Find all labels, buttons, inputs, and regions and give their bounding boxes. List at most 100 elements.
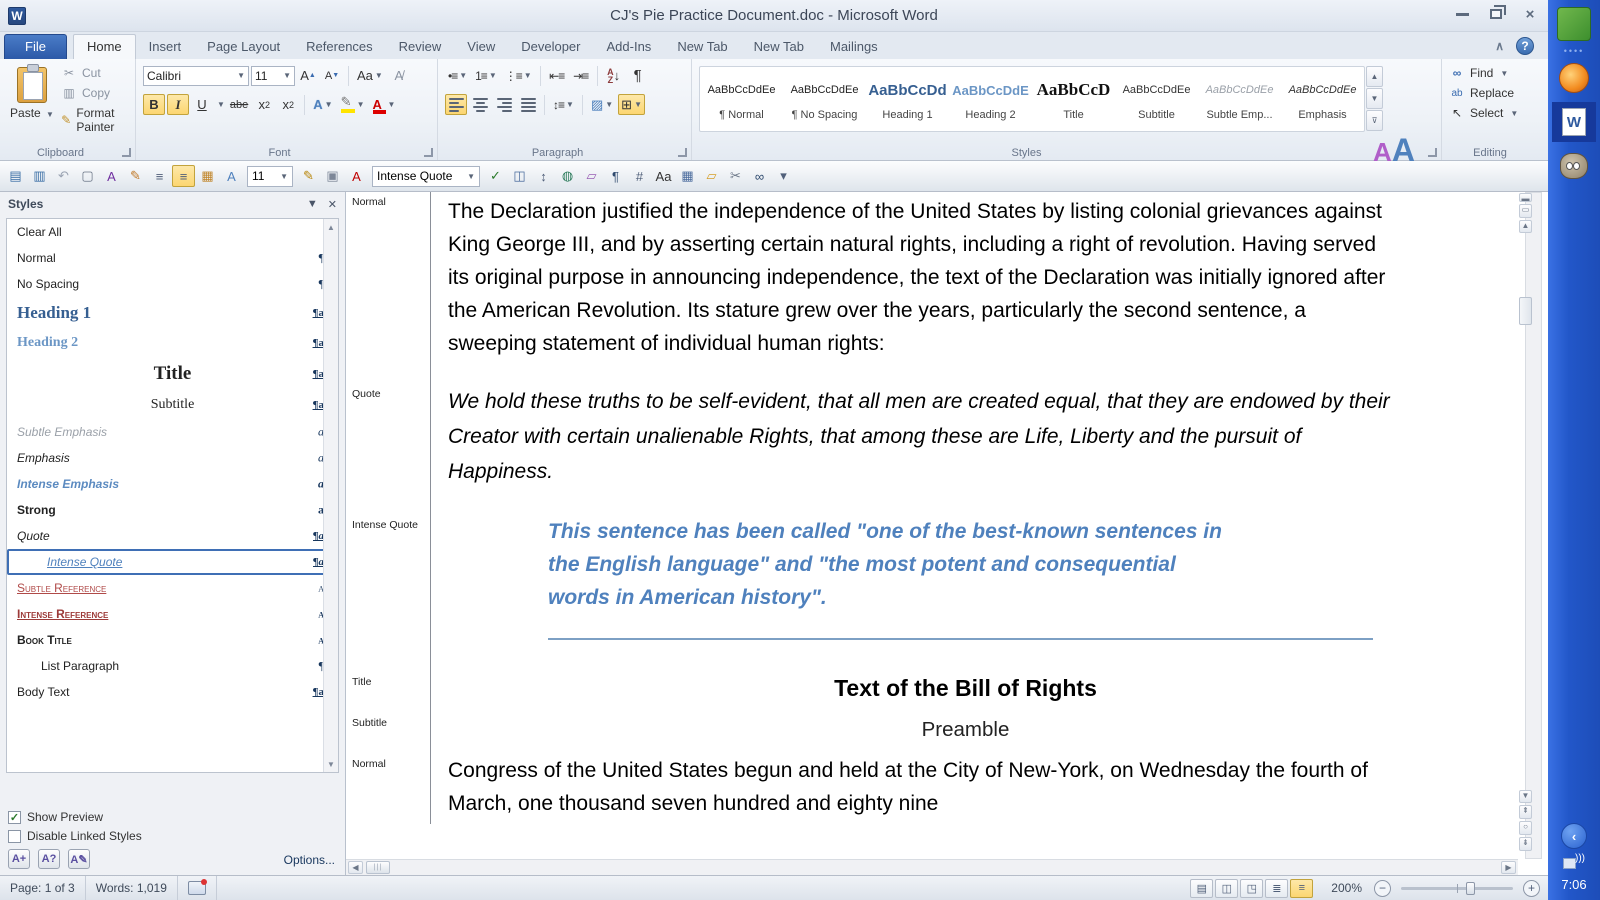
- font-dialog-icon[interactable]: A: [100, 165, 123, 187]
- shrink-font-button[interactable]: A▼: [321, 65, 343, 86]
- style-inspector-button[interactable]: A?: [38, 849, 60, 869]
- format-painter-icon[interactable]: ✎: [297, 165, 320, 187]
- multilevel-list-button[interactable]: ⋮≡▼: [502, 65, 535, 86]
- font-size-combo[interactable]: 11▼: [251, 66, 295, 86]
- org-chart-icon[interactable]: ▦: [196, 165, 219, 187]
- scroll-right-arrow-icon[interactable]: ▶: [1501, 861, 1516, 874]
- scroll-up-arrow-icon[interactable]: ▲: [1519, 220, 1532, 233]
- page-indicator[interactable]: Page: 1 of 3: [0, 876, 86, 900]
- tab-file[interactable]: File: [4, 34, 67, 59]
- clear-formatting-button[interactable]: A̸: [388, 65, 410, 86]
- tab-review[interactable]: Review: [386, 35, 455, 59]
- toolbar-style-combo[interactable]: Intense Quote▼: [372, 166, 480, 187]
- style-item-subtitle[interactable]: Subtitle ¶a: [7, 391, 338, 419]
- bullets-button[interactable]: •≡▼: [445, 65, 470, 86]
- select-browse-object-icon[interactable]: ○: [1519, 821, 1532, 835]
- increase-indent-button[interactable]: ⇥≡: [570, 65, 592, 86]
- borders-button[interactable]: ⊞▼: [618, 94, 645, 115]
- align-left-button[interactable]: [445, 94, 467, 115]
- style-item-no-spacing[interactable]: No Spacing ¶: [7, 271, 338, 297]
- superscript-button[interactable]: x2: [277, 94, 299, 115]
- styles-list-scrollbar[interactable]: ▲ ▼: [323, 219, 338, 772]
- underline-button[interactable]: U: [191, 94, 213, 115]
- word-taskbar-icon[interactable]: W: [1552, 102, 1596, 142]
- hscroll-thumb[interactable]: |||: [366, 861, 390, 874]
- help-icon[interactable]: ?: [1516, 37, 1534, 55]
- styles-dialog-launcher[interactable]: [1428, 148, 1437, 157]
- next-page-icon[interactable]: ⇟: [1519, 837, 1532, 851]
- sort-button[interactable]: AZ↓: [603, 65, 625, 86]
- numbering-button[interactable]: 1≡▼: [472, 65, 500, 86]
- paragraph-dialog-launcher[interactable]: [678, 148, 687, 157]
- style-gallery-normal[interactable]: AaBbCcDdEe ¶ Normal: [700, 67, 783, 131]
- tab-insert[interactable]: Insert: [136, 35, 195, 59]
- subscript-button[interactable]: x2: [253, 94, 275, 115]
- style-gallery-no-spacing[interactable]: AaBbCcDdEe ¶ No Spacing: [783, 67, 866, 131]
- word-count[interactable]: Words: 1,019: [86, 876, 178, 900]
- align-right-button[interactable]: [493, 94, 515, 115]
- style-item-title[interactable]: Title ¶a: [7, 357, 338, 391]
- style-item-clear-all[interactable]: Clear All: [7, 219, 338, 245]
- format-painter-button[interactable]: ✎ Format Painter: [59, 103, 130, 137]
- scrollbar-thumb[interactable]: [1519, 297, 1532, 325]
- zoom-slider[interactable]: [1401, 887, 1513, 890]
- align-center-button[interactable]: [469, 94, 491, 115]
- manage-styles-button[interactable]: A✎: [68, 849, 90, 869]
- gimp-taskbar-icon[interactable]: [1557, 149, 1591, 183]
- read-mode-icon[interactable]: ◫: [508, 165, 531, 187]
- style-item-subtle-emphasis[interactable]: Subtle Emphasis a: [7, 419, 338, 445]
- pilcrow-icon[interactable]: ¶: [604, 165, 627, 187]
- style-item-body-text[interactable]: Body Text ¶a: [7, 679, 338, 705]
- font-dialog-launcher[interactable]: [424, 148, 433, 157]
- zoom-in-button[interactable]: +: [1523, 880, 1540, 897]
- style-gallery-emphasis[interactable]: AaBbCcDdEe Emphasis: [1281, 67, 1364, 131]
- tab-page-layout[interactable]: Page Layout: [194, 35, 293, 59]
- draft-view-button[interactable]: ≡: [1290, 879, 1313, 898]
- justify-icon[interactable]: ≡: [172, 165, 195, 187]
- style-item-subtle-reference[interactable]: Subtle Reference a: [7, 575, 338, 601]
- outline-view-button[interactable]: ≣: [1265, 879, 1288, 898]
- web-layout-view-button[interactable]: ◳: [1240, 879, 1263, 898]
- style-gallery-subtitle[interactable]: AaBbCcDdEe Subtitle: [1115, 67, 1198, 131]
- split-handle[interactable]: ▬: [1519, 193, 1532, 202]
- replace-button[interactable]: ab Replace: [1447, 83, 1533, 103]
- align-left-icon[interactable]: ≡: [148, 165, 171, 187]
- disable-linked-styles-checkbox[interactable]: Disable Linked Styles: [8, 829, 337, 843]
- style-gallery-subtle-emp[interactable]: AaBbCcDdEe Subtle Emp...: [1198, 67, 1281, 131]
- style-item-quote[interactable]: Quote ¶a: [7, 523, 338, 549]
- document-paragraph[interactable]: Normal Congress of the United States beg…: [346, 754, 1518, 824]
- print-layout-view-button[interactable]: ▤: [1190, 879, 1213, 898]
- zoom-out-button[interactable]: −: [1374, 880, 1391, 897]
- tab-developer[interactable]: Developer: [508, 35, 593, 59]
- table-icon[interactable]: ▦: [676, 165, 699, 187]
- font-color-button[interactable]: A▼: [370, 94, 399, 115]
- tab-home[interactable]: Home: [73, 34, 136, 59]
- italic-button[interactable]: I: [167, 94, 189, 115]
- taskbar-collapse-icon[interactable]: ‹: [1561, 823, 1587, 849]
- grow-font-button[interactable]: A▲: [297, 65, 319, 86]
- document-paragraph[interactable]: Normal The Declaration justified the ind…: [346, 192, 1518, 384]
- styles-pane-menu-icon[interactable]: ▼: [307, 198, 318, 211]
- style-gallery-title[interactable]: AaBbCcD Title: [1032, 67, 1115, 131]
- cut-button[interactable]: ✂ Cut: [59, 63, 130, 83]
- save-as-icon[interactable]: ▥: [28, 165, 51, 187]
- tab-references[interactable]: References: [293, 35, 385, 59]
- close-button[interactable]: ×: [1518, 5, 1542, 23]
- find-icon[interactable]: ∞: [748, 165, 771, 187]
- style-gallery-heading-1[interactable]: AaBbCcDd Heading 1: [866, 67, 949, 131]
- scroll-up-icon[interactable]: ▲: [325, 221, 337, 233]
- bold-button[interactable]: B: [143, 94, 165, 115]
- style-item-strong[interactable]: Strong a: [7, 497, 338, 523]
- full-screen-reading-view-button[interactable]: ◫: [1215, 879, 1238, 898]
- style-item-emphasis[interactable]: Emphasis a: [7, 445, 338, 471]
- gallery-scroll-down-icon[interactable]: ▼: [1366, 88, 1383, 109]
- strikethrough-button[interactable]: abe: [227, 94, 251, 115]
- text-effects-button[interactable]: A▼: [310, 94, 335, 115]
- minimize-button[interactable]: [1450, 5, 1474, 23]
- windows-start-icon[interactable]: [1557, 7, 1591, 41]
- font-name-combo[interactable]: Calibri▼: [143, 66, 249, 86]
- style-item-heading-2[interactable]: Heading 2 ¶a: [7, 329, 338, 357]
- picture-icon[interactable]: ▣: [321, 165, 344, 187]
- styles-options-link[interactable]: Options...: [284, 853, 335, 867]
- new-style-button[interactable]: A+: [8, 849, 30, 869]
